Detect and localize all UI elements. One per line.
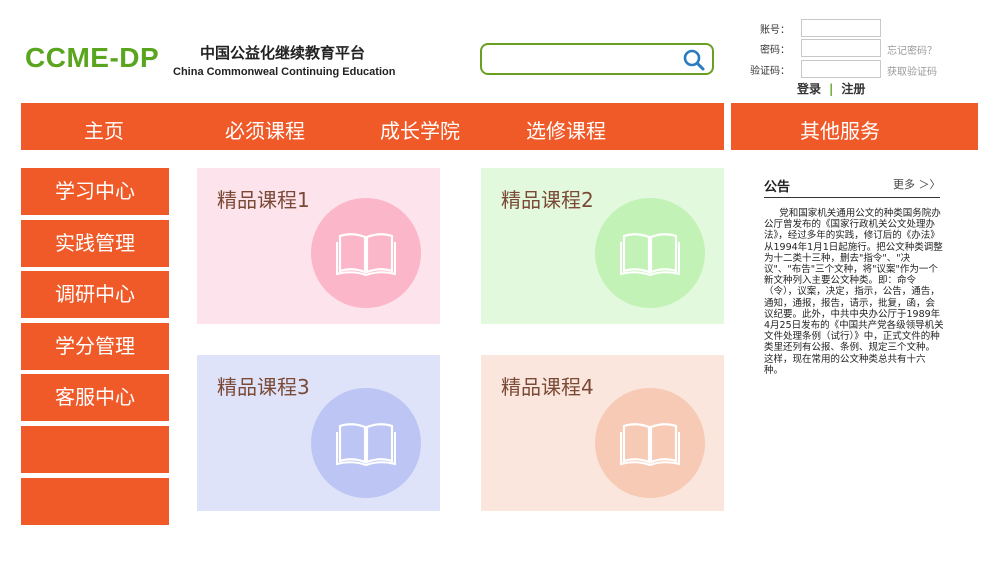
book-icon <box>336 423 396 466</box>
course-card-title: 精品课程1 <box>217 188 310 212</box>
sidebar-item-learning-center[interactable]: 学习中心 <box>21 168 169 215</box>
notice-divider <box>764 197 940 198</box>
site-title-cn: 中国公益化继续教育平台 <box>200 44 366 62</box>
course-card-circle <box>311 388 421 498</box>
nav-item-elective-courses[interactable]: 选修课程 <box>526 115 606 144</box>
search-icon[interactable] <box>682 48 706 72</box>
course-card-title: 精品课程4 <box>501 375 594 399</box>
captcha-input[interactable] <box>801 60 881 78</box>
sidebar-item-customer-service[interactable]: 客服中心 <box>21 374 169 421</box>
course-card-circle <box>595 388 705 498</box>
sidebar-item-credit-management[interactable]: 学分管理 <box>21 323 169 370</box>
sidebar-item-research-center[interactable]: 调研中心 <box>21 271 169 318</box>
course-card-circle <box>595 198 705 308</box>
sidebar-item-empty-1[interactable] <box>21 426 169 473</box>
password-input[interactable] <box>801 39 881 57</box>
nav-item-other-services[interactable]: 其他服务 <box>800 115 880 144</box>
password-label: 密码： <box>760 45 790 56</box>
get-captcha-link[interactable]: 获取验证码 <box>887 63 937 78</box>
course-card-title: 精品课程3 <box>217 375 310 399</box>
nav-item-required-courses[interactable]: 必须课程 <box>225 115 305 144</box>
login-separator: | <box>829 82 834 96</box>
search-box <box>480 43 714 75</box>
course-card-2[interactable]: 精品课程2 <box>481 168 724 324</box>
captcha-label: 验证码： <box>750 66 790 77</box>
book-icon <box>620 423 680 466</box>
site-logo[interactable]: CCME-DP <box>25 42 159 74</box>
nav-item-home[interactable]: 主页 <box>84 115 124 144</box>
register-button[interactable]: 注册 <box>841 82 865 96</box>
sidebar-item-practice-management[interactable]: 实践管理 <box>21 220 169 267</box>
main-nav: 主页 必须课程 成长学院 选修课程 <box>21 103 724 150</box>
account-input[interactable] <box>801 19 881 37</box>
book-icon <box>336 233 396 276</box>
course-card-3[interactable]: 精品课程3 <box>197 355 440 511</box>
course-card-4[interactable]: 精品课程4 <box>481 355 724 511</box>
site-title-en: China Commonweal Continuing Education <box>173 66 396 78</box>
sidebar-item-empty-2[interactable] <box>21 478 169 525</box>
forgot-password-link[interactable]: 忘记密码？ <box>887 42 937 57</box>
book-icon <box>620 233 680 276</box>
course-card-1[interactable]: 精品课程1 <box>197 168 440 324</box>
login-actions: 登录 | 注册 <box>797 80 865 97</box>
course-card-circle <box>311 198 421 308</box>
notice-more-link[interactable]: 更多 ＞〉 <box>893 176 941 192</box>
notice-title: 公告 <box>764 180 791 195</box>
search-input[interactable] <box>490 49 674 71</box>
course-card-title: 精品课程2 <box>501 188 594 212</box>
notice-body: 党和国家机关通用公文的种类国务院办公厅曾发布的《国家行政机关公文处理办法》，经过… <box>764 208 944 376</box>
account-label: 账号： <box>760 25 790 36</box>
login-button[interactable]: 登录 <box>797 82 821 96</box>
nav-item-growth-academy[interactable]: 成长学院 <box>380 115 460 144</box>
nav-other-services[interactable]: 其他服务 <box>731 103 978 150</box>
